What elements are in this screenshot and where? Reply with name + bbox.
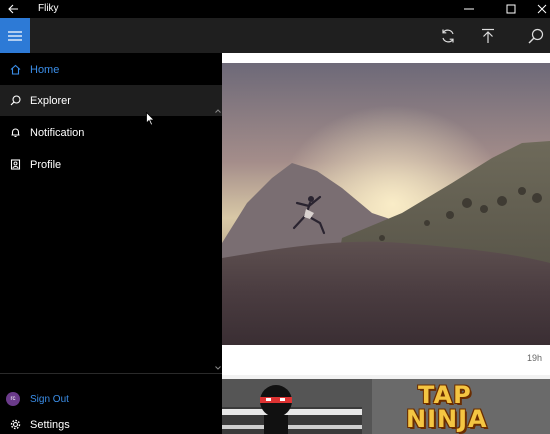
sidebar-divider bbox=[0, 373, 222, 374]
sign-out-button[interactable]: rc Sign Out bbox=[0, 384, 222, 414]
app-bar bbox=[0, 18, 550, 53]
minimize-button[interactable] bbox=[453, 0, 485, 18]
game-title-line2: NINJA bbox=[406, 405, 488, 433]
settings-button[interactable]: Settings bbox=[0, 415, 222, 434]
sign-out-label: Sign Out bbox=[30, 393, 69, 405]
feed-card[interactable]: 19h bbox=[222, 53, 550, 375]
minimize-icon bbox=[464, 8, 474, 10]
maximize-button[interactable] bbox=[495, 0, 527, 18]
navigation-pane: Home Explorer Notification Profile bbox=[0, 53, 222, 434]
feed-card[interactable]: TAP NINJA bbox=[222, 379, 550, 434]
profile-icon bbox=[0, 149, 30, 180]
scroll-up-arrow[interactable] bbox=[213, 107, 222, 115]
sidebar-item-notification[interactable]: Notification bbox=[0, 117, 222, 148]
refresh-button[interactable] bbox=[431, 18, 465, 53]
refresh-icon bbox=[442, 29, 454, 42]
search-icon bbox=[528, 28, 544, 43]
upload-icon bbox=[482, 28, 494, 43]
gear-icon bbox=[0, 419, 30, 430]
avatar-text: rc bbox=[10, 396, 16, 402]
home-icon bbox=[0, 54, 30, 85]
avatar: rc bbox=[6, 392, 20, 406]
back-button[interactable] bbox=[4, 1, 22, 17]
mouse-cursor-icon bbox=[146, 111, 155, 131]
chevron-up-icon bbox=[214, 109, 221, 113]
search-button[interactable] bbox=[519, 18, 550, 53]
search-icon bbox=[0, 85, 30, 116]
sidebar-item-label: Home bbox=[30, 63, 60, 76]
feed: 19h TAP NINJA bbox=[222, 53, 550, 434]
close-icon bbox=[537, 4, 547, 14]
hamburger-icon bbox=[8, 30, 22, 41]
sidebar-item-label: Notification bbox=[30, 126, 85, 139]
scroll-down-arrow[interactable] bbox=[213, 364, 222, 372]
game-title-line1: TAP bbox=[418, 381, 472, 409]
post-photo[interactable] bbox=[222, 63, 550, 345]
sidebar-item-home[interactable]: Home bbox=[0, 54, 222, 85]
back-arrow-icon bbox=[7, 4, 18, 14]
bell-icon bbox=[0, 117, 30, 148]
close-button[interactable] bbox=[526, 0, 550, 18]
scroll-to-top-button[interactable] bbox=[471, 18, 505, 53]
sidebar-item-profile[interactable]: Profile bbox=[0, 149, 222, 180]
chevron-down-icon bbox=[214, 366, 221, 370]
hamburger-menu-button[interactable] bbox=[0, 18, 30, 53]
game-banner-image bbox=[222, 379, 550, 434]
sidebar-item-label: Explorer bbox=[30, 94, 71, 107]
title-bar: Fliky bbox=[0, 0, 550, 18]
window-title: Fliky bbox=[38, 3, 59, 14]
landscape-image bbox=[222, 63, 550, 345]
post-timestamp: 19h bbox=[526, 353, 542, 363]
settings-label: Settings bbox=[30, 418, 70, 431]
maximize-icon bbox=[506, 4, 516, 14]
sidebar-item-explorer[interactable]: Explorer bbox=[0, 85, 222, 116]
sidebar-item-label: Profile bbox=[30, 158, 62, 171]
